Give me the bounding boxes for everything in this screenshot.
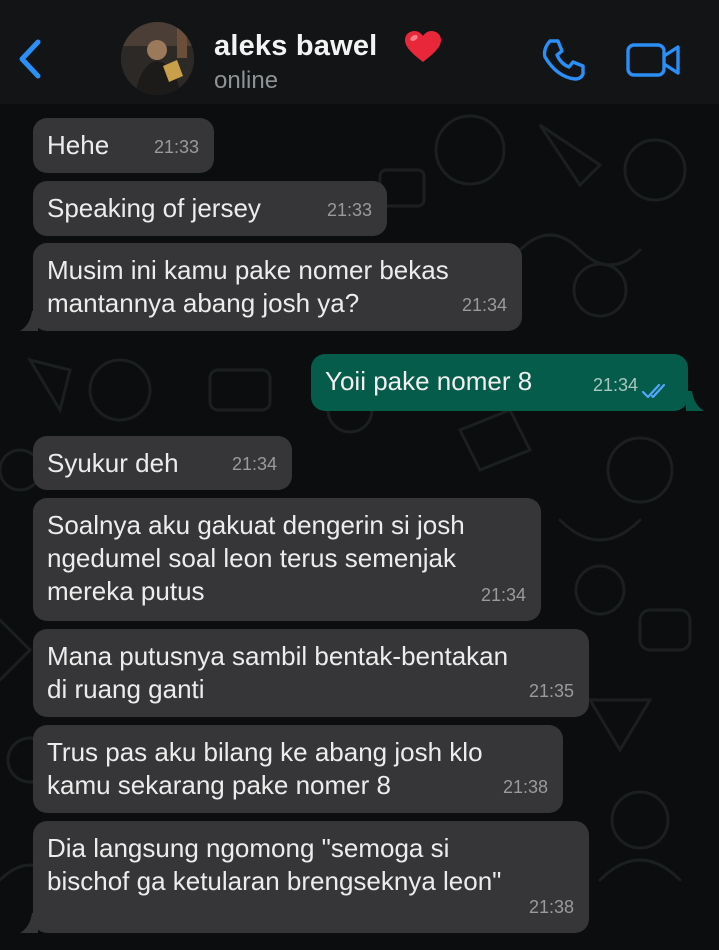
message-time: 21:35 bbox=[528, 681, 574, 701]
call-icon[interactable] bbox=[540, 37, 586, 83]
message-time: 21:33 bbox=[326, 200, 372, 220]
message-bubble-incoming[interactable]: Hehe 21:33 bbox=[33, 118, 214, 173]
message-bubble-incoming[interactable]: Mana putusnya sambil bentak-bentakan di … bbox=[33, 629, 589, 717]
message-text: Speaking of jersey bbox=[47, 193, 261, 223]
contact-avatar[interactable] bbox=[121, 22, 194, 95]
chat-header: aleks bawel online bbox=[0, 0, 719, 104]
message-bubble-incoming[interactable]: Speaking of jersey 21:33 bbox=[33, 181, 387, 236]
contact-status: online bbox=[214, 67, 279, 94]
message-bubble-incoming[interactable]: Soalnya aku gakuat dengerin si josh nged… bbox=[33, 498, 541, 621]
message-time: 21:34 bbox=[480, 585, 526, 605]
message-text: Mana putusnya sambil bentak-bentakan di … bbox=[47, 641, 509, 704]
message-time: 21:38 bbox=[502, 777, 548, 797]
bubble-tail bbox=[20, 311, 38, 331]
bubble-tail bbox=[686, 391, 704, 411]
read-ticks-icon bbox=[642, 383, 666, 399]
message-time: 21:34 bbox=[231, 454, 277, 474]
video-call-icon[interactable] bbox=[626, 40, 682, 80]
message-bubble-incoming[interactable]: Musim ini kamu pake nomer bekas mantanny… bbox=[33, 243, 522, 331]
message-text: Soalnya aku gakuat dengerin si josh nged… bbox=[47, 510, 465, 606]
message-bubble-incoming[interactable]: Dia langsung ngomong "semoga si bischof … bbox=[33, 821, 589, 933]
message-time: 21:34 bbox=[592, 375, 638, 395]
message-bubble-incoming[interactable]: Trus pas aku bilang ke abang josh klo ka… bbox=[33, 725, 563, 813]
message-text: Musim ini kamu pake nomer bekas mantanny… bbox=[47, 255, 449, 318]
bubble-tail bbox=[20, 913, 38, 933]
back-icon[interactable] bbox=[14, 36, 46, 82]
message-text: Trus pas aku bilang ke abang josh klo ka… bbox=[47, 737, 483, 800]
message-bubble-incoming[interactable]: Syukur deh 21:34 bbox=[33, 436, 292, 490]
message-bubble-outgoing[interactable]: Yoii pake nomer 8 21:34 bbox=[311, 354, 688, 411]
message-time: 21:38 bbox=[528, 897, 574, 917]
heart-icon bbox=[405, 31, 441, 62]
contact-name[interactable]: aleks bawel bbox=[214, 30, 377, 63]
message-text: Dia langsung ngomong "semoga si bischof … bbox=[47, 833, 502, 896]
message-time: 21:33 bbox=[153, 137, 199, 157]
message-time: 21:34 bbox=[461, 295, 507, 315]
